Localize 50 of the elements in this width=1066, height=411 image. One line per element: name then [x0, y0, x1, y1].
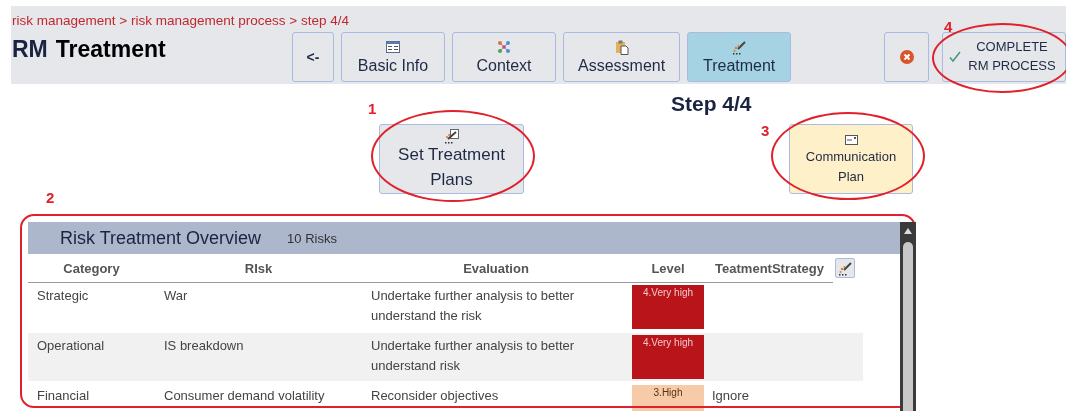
column-header: TeatmentStrategy	[706, 254, 833, 283]
level-badge: 4.Very high	[632, 285, 704, 329]
column-header: Evaluation	[362, 254, 630, 283]
table-cell-text: Strategic	[36, 287, 90, 305]
column-header: Level	[630, 254, 706, 283]
back-button[interactable]: <-	[292, 32, 334, 82]
nav-tab[interactable]: Basic Info	[341, 32, 445, 82]
panel-title: Risk Treatment Overview	[60, 227, 262, 249]
nav-tab[interactable]: Treatment	[687, 32, 792, 82]
complete-process-button[interactable]: COMPLETE RM PROCESS	[942, 32, 1066, 82]
nav-tab[interactable]: Context	[452, 32, 556, 82]
annotation-number: 4	[944, 18, 953, 35]
check-icon	[949, 51, 961, 63]
close-icon	[899, 50, 914, 64]
level-badge: 4.Very high	[632, 335, 704, 379]
table-cell-text: Reconsider objectives	[370, 387, 500, 405]
edit-strategy-button[interactable]	[835, 258, 855, 278]
wand-icon	[837, 260, 853, 276]
table-cell-text: Undertake further analysis to better understand risk	[370, 337, 576, 375]
form-icon	[386, 41, 400, 53]
wand-icon	[444, 128, 459, 144]
page-title: Treatment	[55, 36, 166, 63]
column-header: RIsk	[155, 254, 362, 283]
risk-count: 10 Risks	[287, 230, 337, 246]
table-cell-text: Ignore	[711, 387, 750, 405]
scrollbar[interactable]	[900, 222, 916, 411]
nav-tab[interactable]: Assessment	[563, 32, 681, 82]
annotation-number: 1	[368, 100, 377, 117]
annotation-number: 2	[46, 189, 55, 206]
step-indicator: Step 4/4	[671, 92, 752, 116]
cancel-button[interactable]	[884, 32, 929, 82]
table-cell-text: War	[163, 287, 189, 305]
scroll-up-icon	[903, 226, 913, 236]
card-icon	[844, 134, 858, 145]
clipboard-icon	[614, 39, 629, 55]
set-treatment-plans-button[interactable]: Set Treatment Plans	[379, 124, 524, 194]
table-cell-text: Consumer demand volatility	[163, 387, 326, 405]
title-prefix: RM	[12, 36, 48, 63]
annotation-number: 3	[761, 122, 770, 139]
table-cell-text: Undertake further analysis to better understand the risk	[370, 287, 576, 325]
wand-icon	[731, 39, 747, 55]
column-header: Category	[28, 254, 155, 283]
table-cell-text: Financial	[36, 387, 91, 405]
level-badge: 3.High	[632, 385, 704, 411]
nodes-icon	[497, 40, 511, 54]
scroll-thumb[interactable]	[903, 242, 913, 411]
table-cell-text: IS breakdown	[163, 337, 245, 355]
communication-plan-button[interactable]: Communication Plan	[789, 124, 913, 194]
table-cell-text: Operational	[36, 337, 106, 355]
breadcrumb: risk management > risk management process > step 4/4	[12, 12, 349, 30]
